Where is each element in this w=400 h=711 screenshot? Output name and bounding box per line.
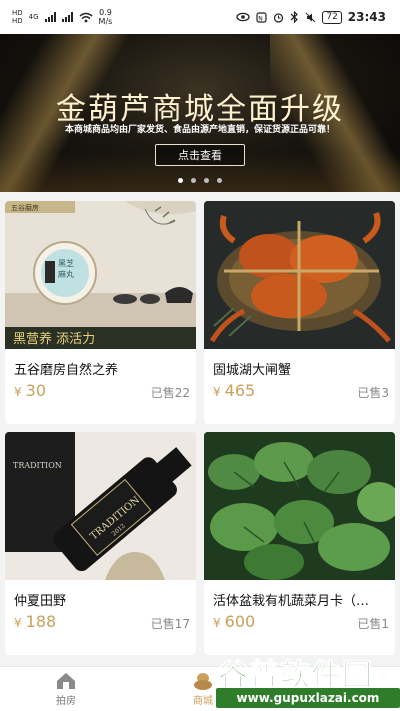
currency-symbol: ¥ <box>213 385 221 399</box>
price-value: 188 <box>25 612 57 631</box>
product-price: ¥465 <box>213 381 255 400</box>
currency-symbol: ¥ <box>14 616 22 630</box>
status-bar-left: HD HD 4G 0.9 M/s <box>12 8 112 26</box>
net-speed-value: 0.9 <box>99 8 112 17</box>
banner-subtitle: 本商城商品均由厂家发货、食品由源产地直销，保证货源正品可靠！ <box>64 125 335 135</box>
view-details-button[interactable]: 点击查看 <box>155 144 245 166</box>
battery-indicator: 72 <box>322 10 342 24</box>
banner-dot-3[interactable] <box>204 178 209 183</box>
banner-pagination <box>0 178 400 183</box>
price-value: 600 <box>224 612 256 631</box>
sold-count: 已售3 <box>357 386 389 400</box>
eye-icon <box>236 12 250 22</box>
svg-text:N: N <box>259 15 264 22</box>
bluetooth-icon <box>290 11 299 23</box>
product-image-wine: TRADITION TRADITION 2012 <box>5 432 196 580</box>
network-type: 4G <box>28 13 39 21</box>
house-icon <box>57 673 75 689</box>
gourd-icon <box>194 673 212 690</box>
watermark: 谷普软件园 www.gupuxlazai.com <box>214 648 400 711</box>
net-speed-unit: M/s <box>98 17 113 26</box>
net-speed: 0.9 M/s <box>99 8 113 26</box>
signal-icon-2 <box>61 12 73 22</box>
wifi-icon <box>79 12 93 22</box>
grain-image-brand: 五谷磨房 <box>11 203 39 212</box>
tab-label-shopping-mall: 商城 <box>193 696 213 707</box>
tab-label-pai-fang: 拍房 <box>56 696 76 707</box>
status-bar-right: N 72 23:43 <box>236 10 386 24</box>
grain-product-illustration: 五谷磨房 黑芝 麻丸 黑营养 添活力 <box>5 201 196 349</box>
sold-count: 已售17 <box>150 617 190 631</box>
watermark-url: www.gupuxlazai.com <box>216 688 400 708</box>
banner-dot-4[interactable] <box>217 178 222 183</box>
product-name: 五谷磨房自然之养 <box>14 363 119 378</box>
currency-symbol: ¥ <box>213 616 221 630</box>
product-name: 仲夏田野 <box>14 594 67 609</box>
grain-image-label-1: 黑芝 <box>58 258 74 268</box>
product-price: ¥30 <box>14 381 46 400</box>
product-image-grain: 五谷磨房 黑芝 麻丸 黑营养 添活力 <box>5 201 196 349</box>
product-image-crab <box>204 201 395 349</box>
product-card[interactable]: 活体盆栽有机蔬菜月卡（… ¥600 已售1 <box>204 432 395 655</box>
banner-dot-2[interactable] <box>191 178 196 183</box>
grain-image-label-2: 麻丸 <box>58 269 74 279</box>
alarm-icon <box>274 12 284 23</box>
network-hd-bottom: HD <box>12 17 23 25</box>
tab-pai-fang[interactable]: 拍房 <box>6 667 126 711</box>
nfc-icon: N <box>256 11 267 23</box>
network-hd-top: HD <box>12 9 23 17</box>
product-name: 固城湖大闸蟹 <box>213 363 292 378</box>
wine-image-text-1: TRADITION <box>13 461 62 470</box>
grain-image-slogan: 黑营养 添活力 <box>13 331 95 347</box>
currency-symbol: ¥ <box>14 385 22 399</box>
banner-dot-1[interactable] <box>178 178 183 183</box>
network-hd-indicator: HD HD <box>12 9 23 25</box>
product-card[interactable]: TRADITION TRADITION 2012 仲夏田野 ¥188 已售17 <box>5 432 196 655</box>
clock: 23:43 <box>347 10 386 24</box>
signal-icon <box>44 12 56 22</box>
wine-illustration: TRADITION TRADITION 2012 <box>5 432 196 580</box>
status-bar: HD HD 4G 0.9 M/s N 72 23:43 <box>0 0 400 34</box>
mute-icon <box>305 12 316 22</box>
product-card[interactable]: 固城湖大闸蟹 ¥465 已售3 <box>204 201 395 424</box>
product-price: ¥188 <box>14 612 56 631</box>
vegetables-illustration <box>204 432 395 580</box>
sold-count: 已售1 <box>357 617 389 631</box>
sold-count: 已售22 <box>150 386 190 400</box>
product-price: ¥600 <box>213 612 255 631</box>
product-image-vegetables <box>204 432 395 580</box>
product-card[interactable]: 五谷磨房 黑芝 麻丸 黑营养 添活力 五谷磨房自然之养 ¥30 已售22 <box>5 201 196 424</box>
product-name: 活体盆栽有机蔬菜月卡（… <box>213 594 370 609</box>
price-value: 465 <box>224 381 256 400</box>
crab-illustration <box>204 201 395 349</box>
price-value: 30 <box>25 381 46 400</box>
promo-banner[interactable]: 金葫芦商城全面升级 本商城商品均由厂家发货、食品由源产地直销，保证货源正品可靠！… <box>0 34 400 192</box>
